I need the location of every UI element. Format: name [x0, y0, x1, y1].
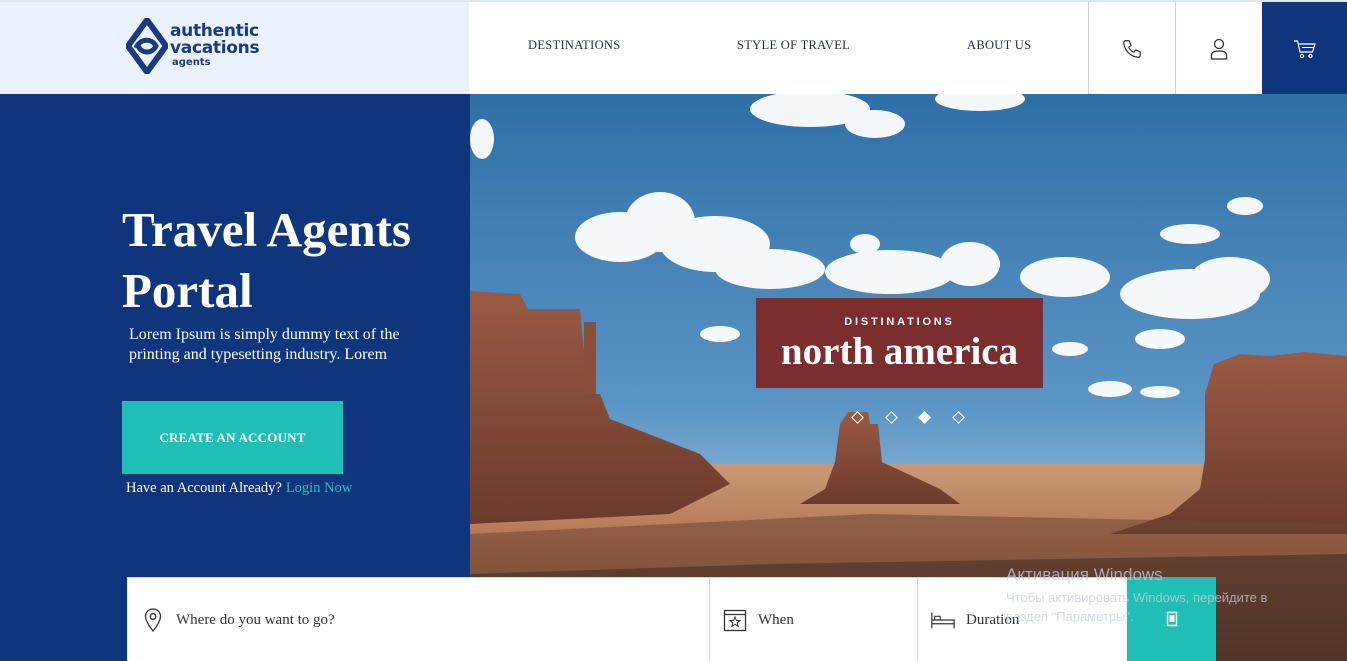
duration-field[interactable]: Duration [917, 578, 1127, 661]
logo-wordmark: authentic vacations agents [170, 23, 260, 69]
login-link[interactable]: Login Now [286, 480, 352, 496]
bed-icon [930, 607, 956, 633]
page-title-line-2: Portal [122, 263, 253, 318]
slider-dot-3[interactable] [918, 411, 931, 424]
slider-dots [851, 411, 971, 427]
login-prompt: Have an Account Already? Login Now [126, 480, 352, 497]
logo-line-3: agents [172, 57, 211, 68]
cart-button[interactable] [1262, 2, 1347, 96]
logo-line-2: vacations [170, 38, 260, 58]
when-field[interactable]: When [709, 578, 917, 661]
site-header: authentic vacations agents DESTINATIONS … [0, 0, 1347, 96]
user-icon [1210, 38, 1228, 60]
destination-search-field[interactable]: Where do you want to go? [127, 578, 709, 661]
account-button[interactable] [1175, 2, 1262, 96]
slide-caption: DISTINATIONS north america [756, 298, 1043, 388]
cart-icon [1293, 40, 1316, 59]
search-submit-button[interactable] [1127, 577, 1216, 661]
when-label: When [758, 611, 794, 628]
login-prompt-text: Have an Account Already? [126, 480, 282, 496]
location-pin-icon [140, 607, 166, 633]
page-title: Travel Agents Portal [122, 199, 462, 321]
phone-button[interactable] [1088, 2, 1175, 96]
slide-destination-name: north america [780, 330, 1019, 373]
slider-dot-2[interactable] [885, 411, 898, 424]
slider-dot-1[interactable] [851, 411, 864, 424]
slide-kicker: DISTINATIONS [844, 316, 955, 328]
search-bar: Where do you want to go? When Duration [127, 577, 1127, 661]
page-title-line-1: Travel Agents [122, 202, 411, 257]
create-account-button[interactable]: CREATE AN ACCOUNT [122, 401, 343, 474]
device-icon [1166, 611, 1177, 627]
phone-icon [1123, 40, 1141, 58]
nav-style-of-travel[interactable]: STYLE OF TRAVEL [737, 38, 850, 53]
logo[interactable]: authentic vacations agents [0, 2, 469, 96]
main-nav: DESTINATIONS STYLE OF TRAVEL ABOUT US [469, 2, 1088, 96]
hero-description: Lorem Ipsum is simply dummy text of the … [129, 326, 400, 363]
hero-left-panel: Travel Agents Portal Lorem Ipsum is simp… [0, 94, 470, 661]
duration-label: Duration [966, 611, 1020, 628]
nav-destinations[interactable]: DESTINATIONS [528, 38, 621, 53]
destination-search-placeholder: Where do you want to go? [176, 611, 335, 628]
calendar-icon [722, 607, 748, 633]
logo-icon [126, 18, 168, 74]
nav-about-us[interactable]: ABOUT US [967, 38, 1031, 53]
slider-dot-4[interactable] [952, 411, 965, 424]
